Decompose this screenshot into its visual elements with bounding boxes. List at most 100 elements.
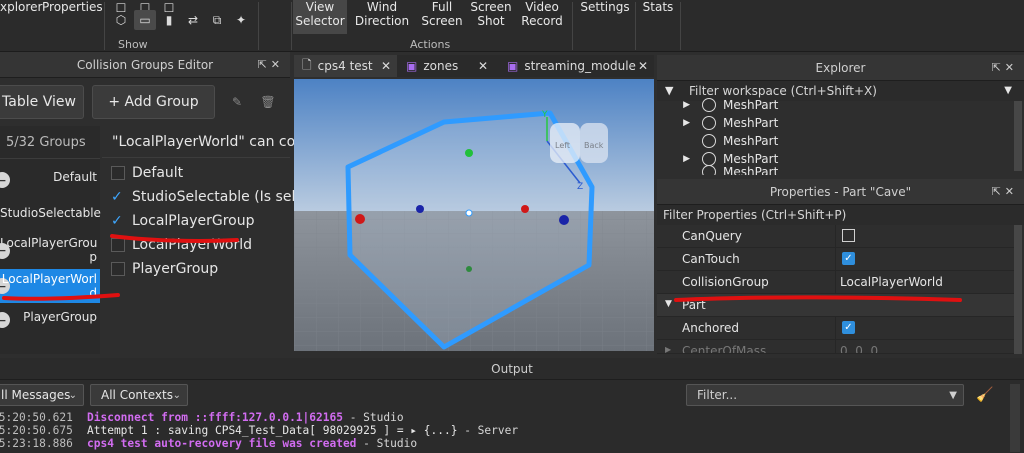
handle-red-left[interactable] bbox=[355, 214, 365, 224]
check-studioselectable[interactable]: ✓ StudioSelectable (Is selec bbox=[111, 187, 312, 207]
tree-item[interactable]: MeshPart bbox=[657, 165, 778, 175]
group-item-playergroup[interactable]: − PlayerGroup bbox=[0, 310, 100, 330]
checkbox[interactable] bbox=[111, 238, 125, 252]
checkbox[interactable] bbox=[842, 229, 855, 242]
view-selector-button[interactable]: View Selector bbox=[293, 0, 347, 34]
handle-green-bottom[interactable] bbox=[466, 266, 472, 272]
tree-item[interactable]: MeshPart bbox=[657, 132, 778, 150]
checkbox[interactable] bbox=[111, 262, 125, 276]
check-playergroup[interactable]: PlayerGroup bbox=[111, 259, 218, 279]
properties-header: Properties - Part "Cave" ⇱✕ bbox=[657, 179, 1024, 205]
expand-arrow-icon[interactable]: ▶ bbox=[657, 154, 702, 164]
group-item-localplayergroup[interactable]: − LocalPlayerGrou p bbox=[0, 236, 100, 266]
close-icon[interactable]: ✕ bbox=[1005, 185, 1018, 198]
stats-button[interactable]: Stats bbox=[640, 0, 676, 14]
close-icon[interactable]: ✕ bbox=[478, 59, 488, 73]
checkbox[interactable] bbox=[111, 166, 125, 180]
tab-cps4-test[interactable]: 🗋 cps4 test ✕ bbox=[294, 55, 397, 77]
close-icon[interactable]: ✕ bbox=[638, 59, 648, 73]
package-icon[interactable]: ⬡ bbox=[113, 12, 129, 28]
check-default[interactable]: Default bbox=[111, 163, 183, 183]
collisiongroup-value[interactable]: LocalPlayerWorld bbox=[840, 275, 943, 289]
group-item-studioselectable[interactable]: StudioSelectable bbox=[0, 206, 101, 226]
script-icon: ▣ bbox=[507, 59, 519, 73]
video-record-button[interactable]: Video Record bbox=[518, 0, 566, 28]
group-item-localplayerworld-selected[interactable]: − LocalPlayerWorl d bbox=[0, 269, 100, 303]
wind-direction-button[interactable]: Wind Direction bbox=[352, 0, 412, 28]
handle-green[interactable] bbox=[465, 149, 473, 157]
prop-section-part[interactable]: ▼ Part bbox=[657, 294, 1017, 317]
properties-toggle-button[interactable]: Properties bbox=[42, 0, 103, 14]
viewport-scene[interactable]: Y Z Left Back bbox=[294, 79, 654, 351]
remove-icon[interactable]: − bbox=[0, 243, 10, 259]
actions-group-label: Actions bbox=[410, 38, 451, 51]
clear-output-broom-icon[interactable]: 🧹 bbox=[976, 386, 994, 404]
output-panel: Output ll Messages ⌄ All Contexts ⌄ Filter… bbox=[0, 358, 1024, 453]
undock-icon[interactable]: ⇱ bbox=[258, 58, 271, 71]
meshpart-icon bbox=[702, 152, 716, 166]
panel-title: Output bbox=[491, 361, 533, 376]
checkmark-icon[interactable]: ✓ bbox=[111, 214, 125, 228]
close-icon[interactable]: ✕ bbox=[381, 59, 391, 73]
tree-item[interactable]: ▶ MeshPart bbox=[657, 114, 778, 132]
tree-item[interactable]: ▶ MeshPart bbox=[657, 96, 778, 114]
chevron-down-icon[interactable]: ▼ bbox=[1004, 85, 1012, 96]
settings-button[interactable]: Settings bbox=[580, 0, 630, 14]
expand-arrow-icon[interactable]: ▶ bbox=[657, 118, 702, 128]
stats-icon[interactable]: ▮ bbox=[161, 12, 177, 28]
sparkle-icon[interactable]: ✦ bbox=[233, 12, 249, 28]
chevron-down-icon: ⌄ bbox=[68, 389, 77, 401]
messages-filter-dropdown[interactable]: ll Messages ⌄ bbox=[0, 384, 84, 406]
handle-red-right[interactable] bbox=[521, 205, 529, 213]
team-icon[interactable]: ⇄ bbox=[185, 12, 201, 28]
3d-viewport[interactable]: Y Z Left Back bbox=[294, 79, 654, 351]
handle-center[interactable] bbox=[465, 209, 473, 217]
prop-centerofmass[interactable]: ▶ CenterOfMass 0, 0, 0 bbox=[657, 340, 1017, 354]
prop-anchored[interactable]: Anchored ✓ bbox=[657, 317, 1017, 340]
undock-icon[interactable]: ⇱ bbox=[992, 61, 1005, 74]
collapse-arrow-icon[interactable]: ▼ bbox=[665, 299, 672, 309]
check-localplayerworld[interactable]: LocalPlayerWorld bbox=[111, 235, 252, 255]
log-line: 15:20:50.675 Attempt 1 : saving CPS4_Test… bbox=[0, 424, 519, 437]
remove-icon[interactable]: − bbox=[0, 312, 10, 328]
expand-arrow-icon[interactable]: ▶ bbox=[657, 100, 702, 110]
panel-title: Properties - Part "Cave" bbox=[769, 184, 912, 199]
output-scrollbar[interactable] bbox=[1010, 384, 1020, 452]
properties-filter-bar[interactable]: Filter Properties (Ctrl+Shift+P) bbox=[657, 205, 1024, 225]
explorer-scrollbar[interactable] bbox=[1014, 101, 1022, 171]
group-item-default[interactable]: − Default bbox=[0, 170, 100, 190]
screen-shot-button[interactable]: Screen Shot bbox=[468, 0, 514, 28]
output-filter-input[interactable]: Filter... ▼ bbox=[686, 384, 964, 406]
meshpart-icon bbox=[702, 98, 716, 112]
table-view-button[interactable]: Table View bbox=[0, 85, 84, 119]
collision-groups-header: Collision Groups Editor ⇱✕ bbox=[0, 52, 290, 78]
handle-blue-left[interactable] bbox=[416, 205, 424, 213]
checkbox-checked[interactable]: ✓ bbox=[842, 321, 855, 334]
remove-icon[interactable]: − bbox=[0, 172, 10, 188]
prop-canquery[interactable]: CanQuery bbox=[657, 225, 1017, 248]
prop-cantouch[interactable]: CanTouch ✓ bbox=[657, 248, 1017, 271]
prop-collisiongroup[interactable]: CollisionGroup LocalPlayerWorld bbox=[657, 271, 1017, 294]
properties-filter-input[interactable]: Filter Properties (Ctrl+Shift+P) bbox=[663, 208, 846, 222]
copy-icon[interactable]: ⧉ bbox=[209, 12, 225, 28]
add-group-button[interactable]: + Add Group bbox=[92, 85, 215, 119]
trash-icon[interactable]: 🗑 bbox=[260, 94, 276, 110]
meshpart-icon bbox=[702, 134, 716, 148]
explorer-toggle-button[interactable]: xplorer bbox=[0, 0, 42, 14]
checkbox-checked[interactable]: ✓ bbox=[842, 252, 855, 265]
full-screen-button[interactable]: Full Screen bbox=[416, 0, 468, 28]
checkmark-icon[interactable]: ✓ bbox=[111, 190, 125, 204]
command-bar-icon[interactable]: ▭ bbox=[134, 10, 156, 30]
check-localplayergroup[interactable]: ✓ LocalPlayerGroup bbox=[111, 211, 254, 231]
close-icon[interactable]: ✕ bbox=[271, 58, 284, 71]
properties-scrollbar[interactable] bbox=[1014, 225, 1022, 354]
expand-arrow-icon[interactable]: ▶ bbox=[665, 345, 671, 353]
rename-icon[interactable]: ✎ bbox=[229, 94, 245, 110]
handle-blue-right[interactable] bbox=[559, 215, 569, 225]
collision-heading: "LocalPlayerWorld" can colli bbox=[112, 134, 307, 150]
tab-streaming-module[interactable]: ▣ streaming_module ✕ bbox=[499, 55, 654, 77]
tab-zones[interactable]: ▣ zones ✕ bbox=[400, 55, 494, 77]
contexts-filter-dropdown[interactable]: All Contexts ⌄ bbox=[90, 384, 188, 406]
close-icon[interactable]: ✕ bbox=[1005, 61, 1018, 74]
undock-icon[interactable]: ⇱ bbox=[992, 185, 1005, 198]
